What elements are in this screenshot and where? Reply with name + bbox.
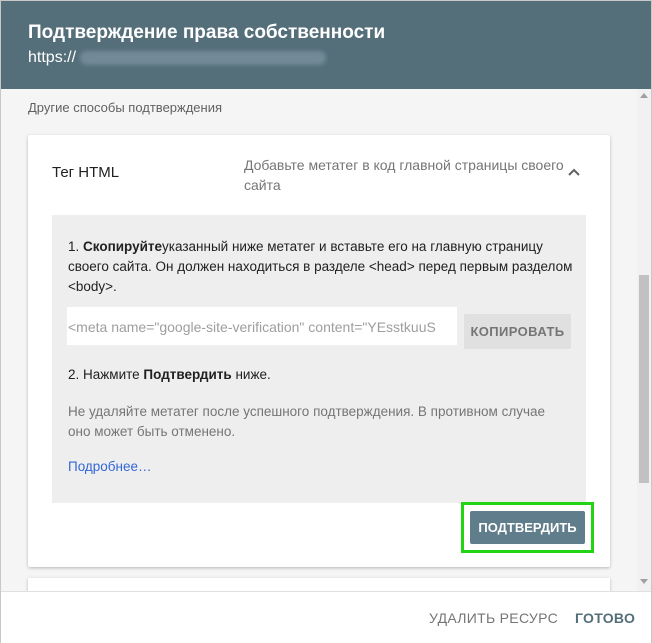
step-2-text: 2. Нажмите Подтвердить ниже. [68,367,271,382]
next-method-card[interactable] [28,578,610,591]
dialog-content[interactable]: Другие способы подтверждения Тег HTML До… [1,89,637,591]
method-title[interactable]: Тег HTML [52,164,119,181]
dialog-header: Подтверждение права собственности https:… [1,1,651,89]
step-2-bold: Подтвердить [143,367,232,382]
dialog-title: Подтверждение права собственности [28,22,386,43]
meta-tag-field[interactable]: <meta name="google-site-verification" co… [67,307,457,345]
step-2-suffix: ниже. [231,367,271,382]
chevron-up-icon[interactable] [566,165,582,179]
confirm-button[interactable]: ПОДТВЕРДИТЬ [470,511,585,544]
scroll-down-arrow-icon[interactable] [640,579,648,584]
step-1-text: 1. Скопируйтеуказанный ниже метатег и вс… [68,237,573,297]
copy-button[interactable]: КОПИРОВАТЬ [464,314,571,349]
instructions-panel: 1. Скопируйтеуказанный ниже метатег и вс… [52,215,586,503]
learn-more-link[interactable]: Подробнее… [68,459,152,474]
blurred-url [80,50,327,65]
delete-property-button[interactable]: УДАЛИТЬ РЕСУРС [429,610,558,626]
scroll-up-arrow-icon[interactable] [640,93,648,98]
scrollbar[interactable] [637,89,651,591]
section-label: Другие способы подтверждения [28,100,223,115]
step-1-number: 1. [68,239,84,254]
url-prefix: https:// [28,49,77,66]
done-button[interactable]: ГОТОВО [575,610,635,626]
property-url: https:// [28,49,327,67]
confirm-highlight: ПОДТВЕРДИТЬ [461,502,594,553]
dialog-footer: УДАЛИТЬ РЕСУРС ГОТОВО [1,591,651,643]
scrollbar-thumb[interactable] [639,275,649,483]
step-2-prefix: 2. Нажмите [68,367,144,382]
html-tag-card: Тег HTML Добавьте метатег в код главной … [28,135,610,567]
step-1-bold: Скопируйте [83,239,163,254]
warning-note: Не удаляйте метатег после успешного подт… [68,404,546,439]
verification-dialog: Подтверждение права собственности https:… [0,0,652,643]
method-description: Добавьте метатег в код главной страницы … [244,157,564,193]
